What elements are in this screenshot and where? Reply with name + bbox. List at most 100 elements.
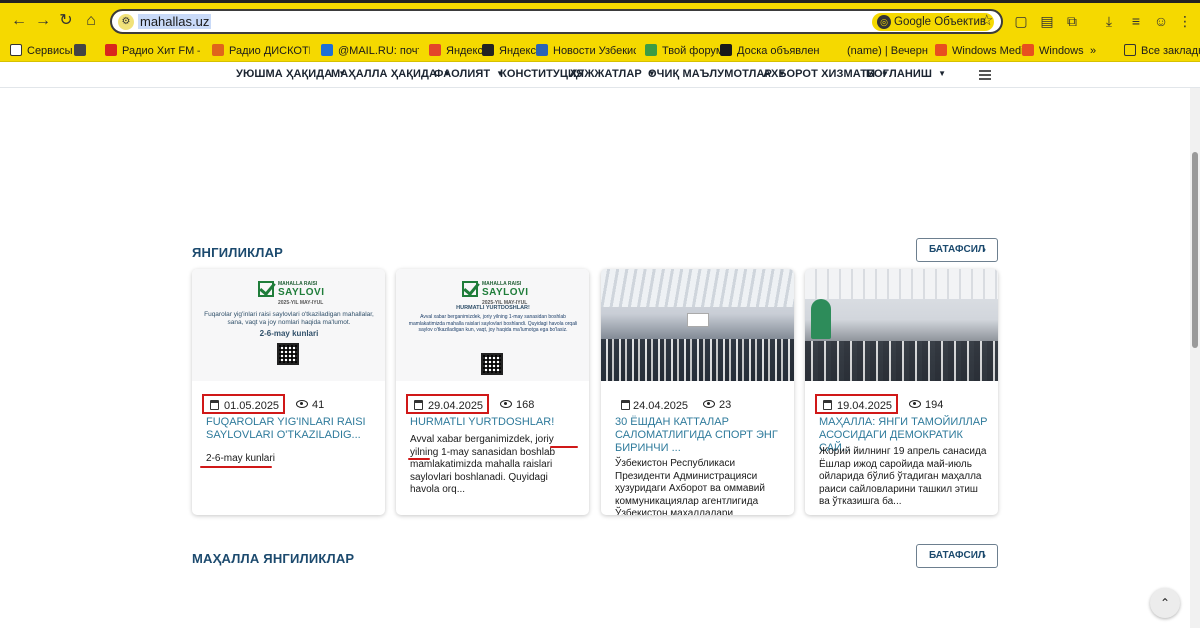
eye-icon: [909, 400, 921, 408]
card-title[interactable]: HURMATLI YURTDOSHLAR!: [410, 416, 580, 429]
page-scrollbar[interactable]: [1190, 88, 1200, 628]
bookmark-favicon: [720, 44, 732, 56]
photo-ceiling: [601, 269, 794, 307]
google-lens-button[interactable]: ◎ Google Объектив: [872, 13, 994, 31]
mahalla-news-more-button[interactable]: БАТАФСИЛ ›: [916, 544, 998, 568]
nav-item-association[interactable]: УЮШМА ҲАҚИДА ▼: [236, 68, 346, 80]
red-underline-annotation: [200, 466, 272, 468]
back-icon[interactable]: ←: [8, 10, 30, 32]
media-queue-icon[interactable]: ≡: [1127, 12, 1145, 30]
home-icon[interactable]: ⌂: [80, 10, 102, 32]
scrollbar-thumb[interactable]: [1192, 152, 1198, 348]
poster-heading: HURMATLI YURTDOSHLAR!: [456, 305, 530, 311]
photo-audience: [805, 341, 998, 381]
bookmark-item[interactable]: Доска объявлений...: [720, 43, 820, 59]
media-icon[interactable]: ▤: [1038, 12, 1056, 30]
card-excerpt: Avval xabar berganimizdek, joriy yilning…: [410, 434, 556, 495]
bookmark-item[interactable]: Сервисы: [10, 43, 73, 59]
scroll-to-top-button[interactable]: ⌃: [1150, 588, 1180, 618]
bookmark-item[interactable]: Новости Узбекиста...: [536, 43, 636, 59]
qr-code-icon: [277, 343, 299, 365]
nav-item-documents[interactable]: ҲУЖЖАТЛАР ▼: [570, 68, 656, 80]
view-count: 168: [500, 396, 534, 414]
bookmark-item[interactable]: Windows Media: [935, 43, 1030, 59]
news-card[interactable]: 24.04.2025 23 30 ЁШДАН КАТТАЛАР САЛОМАТЛ…: [601, 269, 794, 515]
site-navigation: УЮШМА ҲАҚИДА ▼ МАҲАЛЛА ҲАҚИДА ▼ ФАОЛИЯТ ▼ К…: [0, 62, 1200, 88]
eye-icon: [703, 400, 715, 408]
chevron-right-icon: ›: [982, 550, 986, 562]
poster-subtitle: 2025-YIL MAY-IYUL: [278, 300, 324, 306]
download-icon[interactable]: ⤓: [1100, 12, 1118, 30]
election-poster-image: MAHALLA RAISI SAYLOVI 2025-YIL MAY-IYUL …: [396, 269, 589, 381]
tab-strip-edge: [0, 0, 1200, 3]
bookmark-item[interactable]: Радио Хит FM — сл...: [105, 43, 200, 59]
view-count: 41: [296, 396, 324, 414]
news-card[interactable]: 19.04.2025 194 МАҲАЛЛА: ЯНГИ ТАМОЙИЛЛАР …: [805, 269, 998, 515]
reload-icon[interactable]: ↻: [55, 10, 77, 32]
grid-icon: [74, 44, 86, 56]
news-card[interactable]: MAHALLA RAISI SAYLOVI 2025-YIL MAY-IYUL …: [396, 269, 589, 515]
card-excerpt: Жорий йилнинг 19 апрель санасида Ёшлар и…: [819, 446, 987, 507]
bookmark-favicon: [645, 44, 657, 56]
news-more-button[interactable]: БАТАФСИЛ ›: [916, 238, 998, 262]
bookmark-star-icon[interactable]: ☆: [980, 11, 993, 29]
more-bookmarks-chevron-icon[interactable]: »: [1090, 43, 1096, 59]
checkbox-logo-icon: [462, 281, 478, 297]
conference-photo: [805, 269, 998, 381]
lens-label: Google Объектив: [894, 16, 986, 28]
card-date: 19.04.2025: [837, 400, 893, 412]
bookmark-item[interactable]: Яндекс: [482, 43, 536, 59]
url-text[interactable]: mahallas.uz: [138, 14, 212, 29]
bookmark-item[interactable]: Windows: [1022, 43, 1084, 59]
news-card[interactable]: MAHALLA RAISI SAYLOVI 2025-YIL MAY-IYUL …: [192, 269, 385, 515]
bookmark-item[interactable]: Радио ДИСКОТЕКА...: [212, 43, 310, 59]
news-section-title: ЯНГИЛИКЛАР: [192, 245, 284, 260]
eye-icon: [296, 400, 308, 408]
view-count: 194: [909, 396, 943, 414]
poster-text: Avval xabar berganimizdek, joriy yilning…: [408, 314, 578, 333]
qr-code-icon: [481, 353, 503, 375]
poster-brand-big: SAYLOVI: [482, 287, 529, 298]
checkbox-logo-icon: [258, 281, 274, 297]
red-underline-annotation: [408, 458, 430, 460]
forward-icon[interactable]: →: [32, 10, 54, 32]
card-title[interactable]: FUQAROLAR YIG'INLARI RAISI SAYLOVLARI O'…: [206, 416, 376, 442]
red-underline-annotation: [550, 446, 578, 448]
bookmark-favicon: [536, 44, 548, 56]
card-date: 24.04.2025: [633, 400, 689, 412]
eye-icon: [500, 400, 512, 408]
calendar-icon: [621, 400, 630, 410]
profile-avatar-icon[interactable]: ☺: [1152, 12, 1170, 30]
bookmark-item[interactable]: @MAIL.RU: почта,...: [321, 43, 419, 59]
poster-brand-big: SAYLOVI: [278, 287, 325, 298]
bookmark-item[interactable]: Яндекс: [429, 43, 483, 59]
poster-dates: 2-6-may kunlari: [259, 329, 319, 338]
photo-ceiling: [805, 269, 998, 299]
all-bookmarks[interactable]: Все закладки: [1124, 43, 1200, 59]
conference-hall-photo: [601, 269, 794, 381]
bookmark-item[interactable]: (name) | Вечерний...: [830, 43, 928, 59]
calendar-icon: [823, 400, 832, 410]
date-highlight: 01.05.2025: [202, 394, 286, 414]
nav-item-activity[interactable]: ФАОЛИЯТ ▼: [434, 68, 504, 80]
bookmark-item[interactable]: [74, 43, 91, 59]
menu-kebab-icon[interactable]: ⋮: [1176, 12, 1194, 30]
bookmark-item[interactable]: Твой форум!: [645, 43, 726, 59]
extensions-icon[interactable]: ⧉: [1063, 12, 1081, 30]
calendar-icon: [414, 400, 423, 410]
card-excerpt: 2-6-may kunlari: [206, 453, 275, 464]
site-info-icon[interactable]: ⚙: [118, 14, 134, 30]
date-highlight: 19.04.2025: [815, 394, 899, 414]
date-highlight: 29.04.2025: [406, 394, 490, 414]
nav-item-contact[interactable]: БОҒЛАНИШ ▼: [866, 68, 946, 80]
bookmark-favicon: [321, 44, 333, 56]
photo-logo-banner: [811, 299, 831, 339]
more-label: БАТАФСИЛ: [929, 550, 985, 561]
bookmark-favicon: [429, 44, 441, 56]
more-label: БАТАФСИЛ: [929, 244, 985, 255]
card-title[interactable]: 30 ЁШДАН КАТТАЛАР САЛОМАТЛИГИДА СПОРТ ЭН…: [615, 416, 785, 455]
date-label: 24.04.2025: [615, 396, 692, 416]
address-bar[interactable]: ⚙ mahallas.uz ◎ Google Объектив ☆: [110, 9, 1003, 34]
hamburger-menu-icon[interactable]: [979, 70, 991, 80]
screenshot-icon[interactable]: ▢: [1012, 12, 1030, 30]
